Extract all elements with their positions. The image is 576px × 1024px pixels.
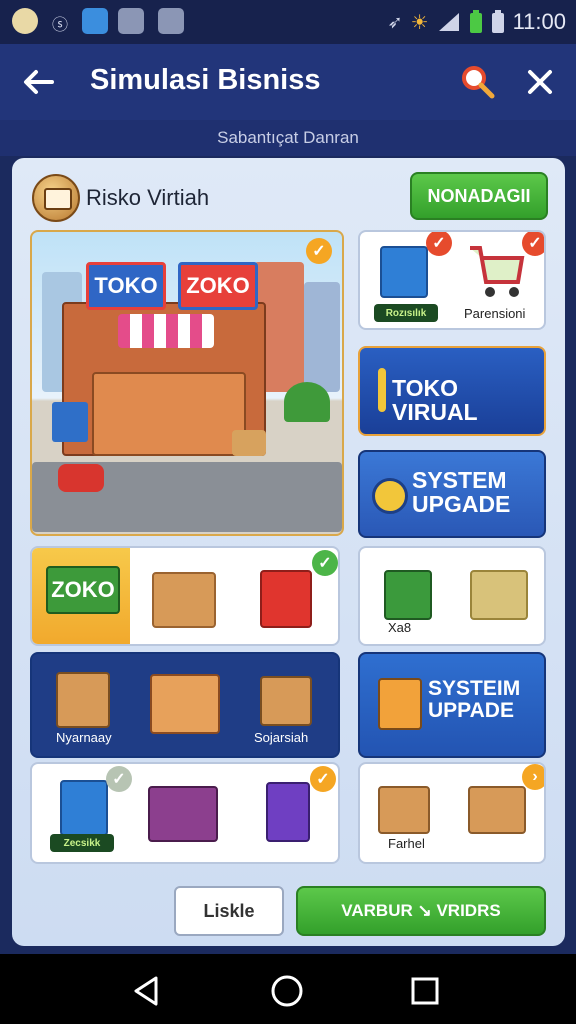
- chevron-right-icon: ›: [522, 764, 544, 790]
- business-panel: Risko Virtiah NONADAGII TOKO ZOKO ✓ Rozı…: [12, 158, 565, 946]
- gear-icon: [372, 478, 408, 514]
- trash-bin: [52, 402, 88, 442]
- search-button[interactable]: [456, 60, 500, 104]
- cancel-button[interactable]: Liskle: [174, 886, 284, 936]
- cardboard-box: [232, 430, 266, 456]
- cardboard-box: [470, 570, 528, 620]
- notification-icon: [118, 8, 144, 34]
- zoko-logo: ZOKO: [46, 566, 120, 614]
- car: [58, 464, 104, 492]
- product-row-1[interactable]: ZOKO ✓: [30, 546, 340, 646]
- navigation-bar: [0, 954, 576, 1024]
- bin-icon: [60, 780, 108, 836]
- notification-icon-2: [158, 8, 184, 34]
- system-upgrade-tile[interactable]: SYSTEM UPGADE: [358, 450, 546, 538]
- product-row-3-right[interactable]: Farhel ›: [358, 762, 546, 864]
- check-badge-icon: ✓: [426, 232, 452, 256]
- system-upgrade-tile-2[interactable]: SYSTEIM UPPADE: [358, 652, 546, 758]
- app-bar: Simulasi Bisniss: [0, 44, 576, 122]
- back-arrow-icon: [24, 70, 54, 94]
- product-label: Sojarsiah: [254, 730, 309, 745]
- market-label: Parensioni: [464, 306, 526, 321]
- location-icon: ➶: [387, 11, 403, 32]
- close-icon: [528, 70, 552, 94]
- check-badge-icon: ✓: [306, 238, 332, 264]
- cardboard-box: [152, 572, 216, 628]
- toko-virtual-label: TOKO VIRUAL: [392, 375, 478, 426]
- product-label: Xa8: [388, 620, 412, 635]
- red-bin: [260, 570, 312, 628]
- back-nav-icon[interactable]: [130, 974, 164, 1008]
- system-upgrade-label: SYSTEM UPGADE: [412, 467, 511, 518]
- check-badge-icon: ✓: [522, 232, 544, 256]
- confirm-button[interactable]: VARBUR ↘ VRIDRS: [296, 886, 546, 936]
- shopping-bag: [148, 786, 218, 842]
- shopping-cart-icon: [470, 246, 525, 297]
- marker-icon: [378, 368, 386, 412]
- product-label: Farhel: [388, 836, 425, 851]
- awning: [118, 314, 214, 348]
- store-sign-right: ZOKO: [178, 262, 258, 310]
- clock: 11:00: [512, 9, 566, 34]
- store-scene-card[interactable]: TOKO ZOKO ✓: [30, 230, 344, 536]
- signal-icon: [438, 13, 459, 31]
- system-upgrade-label: SYSTEIM UPPADE: [428, 677, 521, 723]
- status-bar: ⓢ ➶ ☀ 11:00: [0, 0, 576, 44]
- brightness-icon: ☀: [410, 11, 429, 34]
- product-row-3[interactable]: Zecsikk ✓ ✓: [30, 762, 340, 864]
- sim-icon: ⓢ: [52, 17, 69, 34]
- product-row-2[interactable]: Nyarnaay Sojarsiah: [30, 652, 340, 758]
- panel-title: Risko Virtiah: [86, 185, 210, 210]
- search-icon: [462, 66, 495, 99]
- page-title: Simulasi Bisniss: [90, 64, 321, 96]
- building: [304, 282, 340, 392]
- bin-icon: [380, 246, 428, 298]
- product-badge: Zecsikk: [50, 834, 114, 852]
- gallery-notification-icon: [82, 8, 108, 34]
- product-row-1-right[interactable]: Xa8: [358, 546, 546, 646]
- green-bin: [384, 570, 432, 620]
- subheader-text: Sabantıçat Danran: [217, 128, 359, 147]
- product-label: Nyarnaay: [56, 730, 112, 745]
- home-nav-icon[interactable]: [270, 974, 304, 1008]
- recents-nav-icon[interactable]: [408, 974, 442, 1008]
- coin-icon: [32, 174, 80, 222]
- gift-bag: [266, 782, 310, 842]
- cardboard-box: [56, 672, 110, 728]
- cardboard-box: [260, 676, 312, 726]
- check-badge-icon: ✓: [106, 766, 132, 792]
- upgrade-box-icon: [378, 678, 422, 730]
- store-sign-left: TOKO: [86, 262, 166, 310]
- app-notification-icon: [12, 8, 38, 34]
- battery-icon: [469, 10, 482, 33]
- subheader: Sabantıçat Danran: [0, 120, 576, 156]
- check-badge-icon: ✓: [312, 550, 338, 576]
- market-tile[interactable]: Rozısılık Parensioni ✓ ✓: [358, 230, 546, 330]
- header-action-button[interactable]: NONADAGII: [410, 172, 548, 220]
- toko-virtual-tile[interactable]: TOKO VIRUAL: [358, 346, 546, 436]
- check-badge-icon: ✓: [310, 766, 336, 792]
- close-button[interactable]: [518, 60, 562, 104]
- cardboard-box: [378, 786, 430, 834]
- battery-2-icon: [491, 10, 504, 33]
- store-counter: [92, 372, 246, 456]
- cardboard-box: [468, 786, 526, 834]
- shopping-bag: [150, 674, 220, 734]
- market-badge: Rozısılık: [374, 304, 438, 322]
- plant: [284, 382, 330, 422]
- back-button[interactable]: [16, 60, 60, 104]
